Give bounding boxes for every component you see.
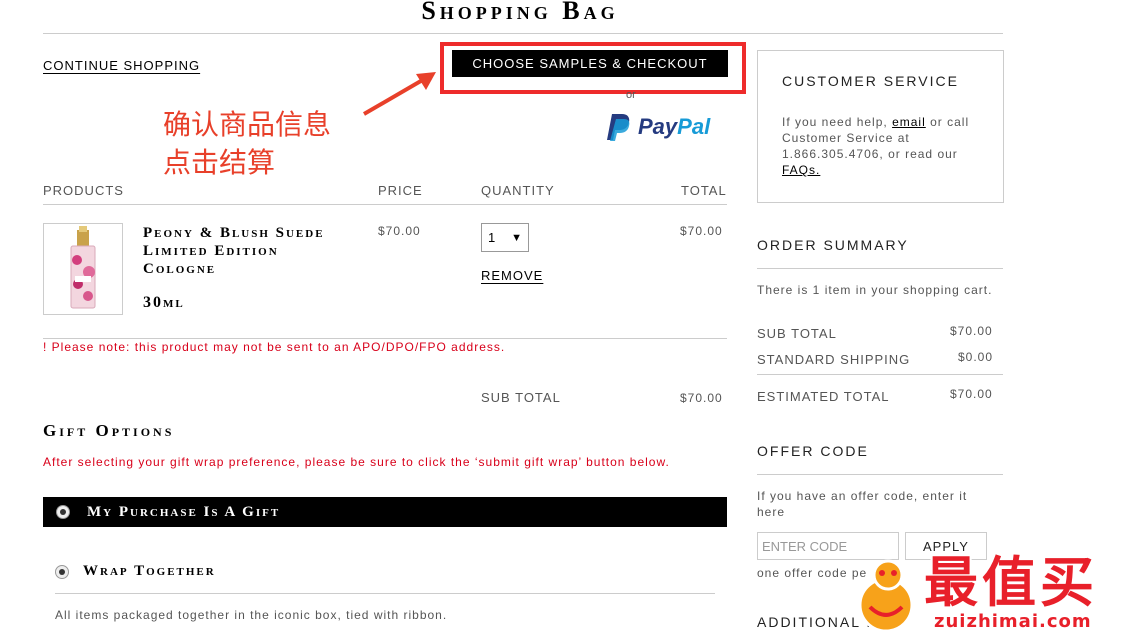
shipping-value: $0.00 xyxy=(958,350,994,364)
order-summary-title: ORDER SUMMARY xyxy=(757,237,909,253)
wrap-together-option[interactable]: Wrap Together xyxy=(55,563,216,580)
annotation-text: 确认商品信息 点击结算 xyxy=(163,106,331,182)
order-item-count: There is 1 item in your shopping cart. xyxy=(757,283,993,297)
estimated-total-value: $70.00 xyxy=(950,387,993,401)
quantity-select[interactable]: 1 ▼ xyxy=(481,223,529,252)
paypal-button[interactable]: PayPal xyxy=(606,112,710,142)
product-row-divider xyxy=(43,338,727,339)
product-thumbnail[interactable] xyxy=(43,223,123,315)
apo-warning-note: ! Please note: this product may not be s… xyxy=(43,340,506,354)
continue-shopping-link[interactable]: CONTINUE SHOPPING xyxy=(43,58,200,73)
gourd-logo-icon xyxy=(858,559,914,633)
column-header-price: PRICE xyxy=(378,183,423,198)
cologne-bottle-icon xyxy=(70,226,96,309)
summary-subtotal-value: $70.00 xyxy=(950,324,993,338)
product-name[interactable]: Peony & Blush Suede Limited Edition Colo… xyxy=(143,224,343,278)
order-summary-divider xyxy=(757,268,1003,269)
quantity-value: 1 xyxy=(488,230,496,245)
gift-radio[interactable] xyxy=(56,505,70,519)
wrap-together-label: Wrap Together xyxy=(83,563,216,579)
column-header-quantity: QUANTITY xyxy=(481,183,555,198)
zuizhimai-watermark: 最值买 zuizhimai.com xyxy=(846,553,1133,635)
cs-text-before-email: If you need help, xyxy=(782,115,893,129)
annotation-line-1: 确认商品信息 xyxy=(163,108,332,141)
header-divider xyxy=(43,33,1003,34)
chevron-down-icon: ▼ xyxy=(511,231,522,244)
column-header-total: TOTAL xyxy=(681,183,727,198)
purchase-is-gift-label: My Purchase Is A Gift xyxy=(87,503,281,520)
gift-wrap-note: After selecting your gift wrap preferenc… xyxy=(43,455,670,469)
faqs-link[interactable]: FAQs. xyxy=(782,163,820,177)
paypal-wordmark-pal: Pal xyxy=(677,114,711,139)
estimated-total-divider xyxy=(757,374,1003,375)
wrap-divider xyxy=(55,593,715,594)
checkout-button[interactable]: CHOOSE SAMPLES & CHECKOUT xyxy=(452,50,728,77)
offer-code-title: OFFER CODE xyxy=(757,443,869,459)
watermark-characters: 最值买 xyxy=(924,553,1098,613)
gift-options-title: Gift Options xyxy=(43,421,175,440)
table-subtotal-value: $70.00 xyxy=(680,391,723,405)
paypal-wordmark-pay: Pay xyxy=(638,114,678,139)
estimated-total-label: ESTIMATED TOTAL xyxy=(757,389,890,404)
summary-subtotal-label: SUB TOTAL xyxy=(757,326,837,341)
table-header-divider xyxy=(43,204,727,205)
product-size: 30ml xyxy=(143,294,185,311)
or-separator: or xyxy=(626,89,636,101)
offer-code-description: If you have an offer code, enter it here xyxy=(757,489,968,519)
customer-service-text: If you need help, email or call Customer… xyxy=(782,114,982,178)
purchase-is-gift-option[interactable]: My Purchase Is A Gift xyxy=(43,497,727,527)
page-title: Shopping Bag xyxy=(421,0,619,25)
annotation-arrow-icon xyxy=(362,72,436,116)
annotation-line-2: 点击结算 xyxy=(163,146,276,179)
paypal-logo-icon xyxy=(607,114,630,141)
customer-service-title: CUSTOMER SERVICE xyxy=(782,73,959,89)
watermark-rest-chars: 值买 xyxy=(982,551,1098,614)
product-total: $70.00 xyxy=(680,224,723,238)
watermark-url: zuizhimai.com xyxy=(934,611,1092,632)
table-subtotal-label: SUB TOTAL xyxy=(481,390,561,405)
shipping-label: STANDARD SHIPPING xyxy=(757,352,911,367)
wrap-together-radio[interactable] xyxy=(55,564,69,579)
column-header-products: PRODUCTS xyxy=(43,183,124,198)
email-link[interactable]: email xyxy=(892,115,926,129)
paypal-wordmark: PayPal xyxy=(638,114,710,140)
wrap-together-description: All items packaged together in the iconi… xyxy=(55,608,448,622)
remove-item-link[interactable]: REMOVE xyxy=(481,268,543,283)
watermark-first-char: 最 xyxy=(924,551,982,614)
product-price: $70.00 xyxy=(378,224,421,238)
offer-code-divider xyxy=(757,474,1003,475)
